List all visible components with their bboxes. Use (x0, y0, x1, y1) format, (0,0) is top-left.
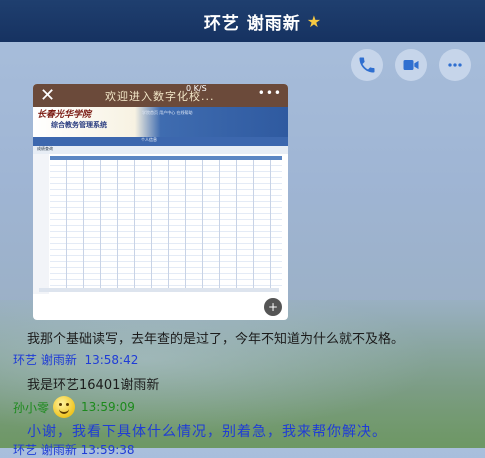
message-text: 我那个基础读写，去年查的是过了，今年不知道为什么就不及格。 (27, 332, 405, 347)
grades-table-image (50, 156, 282, 290)
sender-line: 环艺 谢雨新 13:58:42 (13, 351, 138, 368)
title-bar: 环艺 谢雨新 ★ (0, 0, 485, 42)
message-text: 小谢，我看下具体什么情况，别着急，我来帮你解决。 (27, 424, 387, 440)
star-icon[interactable]: ★ (307, 12, 321, 31)
logo-text: 长春光华学院 (37, 110, 92, 120)
smile-icon (53, 396, 76, 418)
sender-line-partial: 环艺 谢雨新 13:59:38 (13, 443, 135, 457)
image-footer (39, 288, 279, 292)
image-site-header: 长春光华学院 综合教务管理系统 学院首页 用户中心 在线帮助 (33, 107, 288, 137)
sender-line: 孙小零 13:59:09 (13, 396, 135, 418)
sender-name: 环艺 谢雨新 (13, 353, 77, 367)
message-time: 13:59:09 (81, 400, 135, 414)
site-logo: 长春光华学院 综合教务管理系统 (33, 107, 142, 137)
chat-toolbar (351, 49, 471, 81)
image-speed: 0 K/S (186, 84, 207, 93)
image-subbar: 成绩查询 (33, 146, 288, 154)
logo-subtext: 综合教务管理系统 (51, 121, 107, 129)
more-dots-icon: ••• (257, 86, 282, 100)
image-nav: 个人信息 (33, 137, 288, 146)
header-links: 学院首页 用户中心 在线帮助 (142, 110, 193, 115)
phone-icon[interactable] (351, 49, 383, 81)
more-icon[interactable] (439, 49, 471, 81)
video-icon[interactable] (395, 49, 427, 81)
chat-title: 环艺 谢雨新 (203, 13, 301, 34)
image-sidebar (33, 154, 49, 294)
sender-name: 孙小零 (13, 400, 50, 415)
message-time: 13:58:42 (84, 353, 139, 367)
close-icon: ✕ (40, 85, 56, 106)
zoom-icon[interactable]: + (264, 298, 282, 316)
image-top-bar: ✕ 欢迎进入数字化校... 0 K/S ••• (33, 84, 288, 107)
image-message[interactable]: ✕ 欢迎进入数字化校... 0 K/S ••• 长春光华学院 综合教务管理系统 … (33, 84, 288, 320)
message-text: 我是环艺16401谢雨新 (27, 378, 160, 393)
